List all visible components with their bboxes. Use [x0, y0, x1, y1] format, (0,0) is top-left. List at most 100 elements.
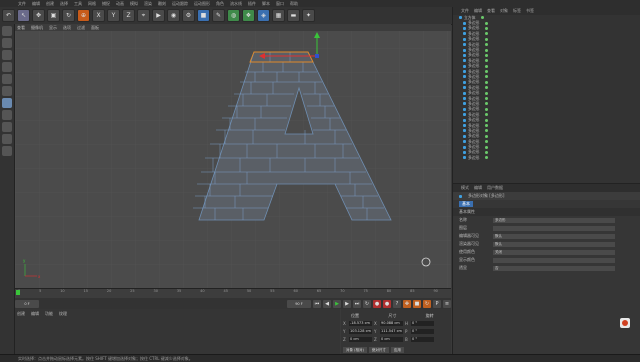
light-icon[interactable]: ✦: [302, 9, 315, 22]
attr-field-value[interactable]: 否: [493, 265, 615, 271]
lock-workplane-icon[interactable]: [2, 146, 12, 156]
menu-item[interactable]: 角色: [216, 1, 224, 7]
coord-system-icon[interactable]: ⌖: [137, 9, 150, 22]
menu-item[interactable]: 网格: [88, 1, 96, 7]
coord-mode-select[interactable]: 对象 (相对): [343, 346, 367, 353]
auto-key-icon[interactable]: ●: [383, 299, 391, 308]
visibility-icon[interactable]: [485, 32, 489, 36]
material-menu-item[interactable]: 功能: [45, 311, 53, 317]
visibility-icon[interactable]: [485, 86, 489, 90]
goto-end-icon[interactable]: ⏭: [353, 299, 361, 308]
viewport-menu-item[interactable]: 面板: [91, 25, 99, 31]
tab-basic[interactable]: 基本: [459, 201, 473, 207]
visibility-icon[interactable]: [485, 145, 489, 149]
menu-item[interactable]: 脚本: [262, 1, 270, 7]
model-mode-icon[interactable]: [2, 38, 12, 48]
visibility-icon[interactable]: [485, 91, 489, 95]
move-key-icon[interactable]: ✥: [403, 299, 411, 308]
attr-field-value[interactable]: 默认: [493, 241, 615, 247]
attr-field-value[interactable]: 多边形: [493, 217, 615, 223]
visibility-icon[interactable]: [485, 21, 489, 25]
edges-mode-icon[interactable]: [2, 86, 12, 96]
scale-key-icon[interactable]: ■: [413, 299, 421, 308]
object-menu-item[interactable]: 编辑: [474, 8, 482, 14]
visibility-icon[interactable]: [485, 97, 489, 101]
viewport-menu-item[interactable]: 过滤: [77, 25, 85, 31]
x-axis-button[interactable]: X: [92, 9, 105, 22]
scene-icon[interactable]: ▦: [272, 9, 285, 22]
rot-p-field[interactable]: 0 °: [411, 329, 434, 334]
visibility-icon[interactable]: [485, 113, 489, 117]
menu-item[interactable]: 模拟: [130, 1, 138, 7]
apply-button[interactable]: 应用: [390, 346, 404, 353]
playhead[interactable]: [16, 290, 20, 295]
visibility-icon[interactable]: [485, 129, 489, 133]
material-menu-item[interactable]: 创建: [17, 311, 25, 317]
visibility-icon[interactable]: [485, 75, 489, 79]
array-icon[interactable]: ❖: [242, 9, 255, 22]
size-y-field[interactable]: 111.547 cm: [380, 329, 403, 334]
pos-x-field[interactable]: -18.573 cm: [349, 321, 372, 326]
menu-item[interactable]: 运动跟踪: [172, 1, 188, 7]
rotate-key-icon[interactable]: ↻: [423, 299, 431, 308]
points-mode-icon[interactable]: [2, 74, 12, 84]
menu-item[interactable]: 运动图形: [194, 1, 210, 7]
viewport-menu-item[interactable]: 选项: [63, 25, 71, 31]
texture-mode-icon[interactable]: [2, 50, 12, 60]
menu-item[interactable]: 文件: [18, 1, 26, 7]
viewport-menu-item[interactable]: 显示: [49, 25, 57, 31]
viewport-canvas[interactable]: y x: [15, 24, 451, 288]
material-menu-item[interactable]: 纹理: [59, 311, 67, 317]
rotate-icon[interactable]: ↻: [62, 9, 75, 22]
attr-field-value[interactable]: 关闭: [493, 249, 615, 255]
visibility-icon[interactable]: [485, 102, 489, 106]
attribute-menu-item[interactable]: 模式: [461, 185, 469, 191]
object-menu-item[interactable]: 书签: [526, 8, 534, 14]
render-settings-icon[interactable]: ⚙: [182, 9, 195, 22]
tweak-icon[interactable]: [2, 122, 12, 132]
axis-mode-icon[interactable]: [2, 110, 12, 120]
menu-item[interactable]: 工具: [74, 1, 82, 7]
attr-field-value[interactable]: 默认: [493, 233, 615, 239]
menu-item[interactable]: 插件: [248, 1, 256, 7]
size-x-field[interactable]: 90.088 cm: [380, 321, 403, 326]
timeline-menu-icon[interactable]: ≡: [443, 299, 451, 308]
cube-icon[interactable]: ■: [197, 9, 210, 22]
object-row[interactable]: 多边形: [453, 155, 640, 160]
menu-item[interactable]: 雕刻: [158, 1, 166, 7]
live-select-icon[interactable]: ↖: [17, 9, 30, 22]
scale-icon[interactable]: ▣: [47, 9, 60, 22]
attribute-menu-item[interactable]: 编辑: [474, 185, 482, 191]
render-view-icon[interactable]: ▶: [152, 9, 165, 22]
world-coord-icon[interactable]: ⊕: [77, 9, 90, 22]
menu-item[interactable]: 窗口: [276, 1, 284, 7]
y-axis-button[interactable]: Y: [107, 9, 120, 22]
snap-icon[interactable]: [2, 134, 12, 144]
visibility-icon[interactable]: [485, 43, 489, 47]
polygons-mode-icon[interactable]: [2, 98, 12, 108]
keyframe-icon[interactable]: ?: [393, 299, 401, 308]
deformer-icon[interactable]: ◈: [257, 9, 270, 22]
visibility-icon[interactable]: [485, 37, 489, 41]
visibility-icon[interactable]: [485, 48, 489, 52]
object-menu-item[interactable]: 对象: [500, 8, 508, 14]
rot-b-field[interactable]: 0 °: [411, 337, 434, 342]
visibility-icon[interactable]: [481, 16, 485, 20]
play-icon[interactable]: ▶: [333, 299, 341, 308]
end-frame-field[interactable]: 90 F: [287, 299, 311, 308]
visibility-icon[interactable]: [485, 156, 489, 160]
goto-start-icon[interactable]: ⏮: [313, 299, 321, 308]
make-editable-icon[interactable]: [2, 26, 12, 36]
object-menu-item[interactable]: 标签: [513, 8, 521, 14]
move-icon[interactable]: ✥: [32, 9, 45, 22]
menu-item[interactable]: 动画: [116, 1, 124, 7]
visibility-icon[interactable]: [485, 134, 489, 138]
visibility-icon[interactable]: [485, 53, 489, 57]
object-menu-item[interactable]: 文件: [461, 8, 469, 14]
menu-item[interactable]: 创建: [46, 1, 54, 7]
viewport[interactable]: y x: [15, 24, 451, 288]
pos-y-field[interactable]: 103.128 cm: [349, 329, 372, 334]
menu-item[interactable]: 流水线: [230, 1, 242, 7]
menu-item[interactable]: 渲染: [144, 1, 152, 7]
pen-icon[interactable]: ✎: [212, 9, 225, 22]
